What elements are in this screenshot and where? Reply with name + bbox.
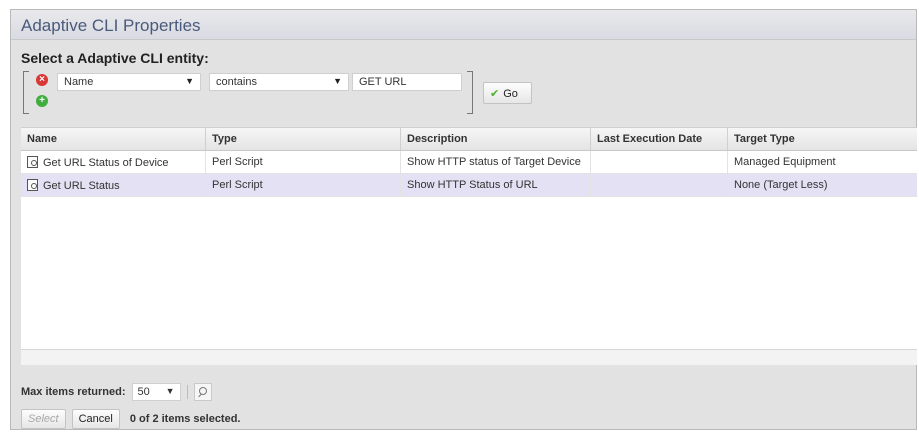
cell-type: Perl Script bbox=[206, 151, 401, 173]
checkmark-icon: ✔ bbox=[490, 88, 500, 100]
filter-box: × + Name ▼ contains ▼ GET URL bbox=[23, 71, 473, 114]
document-search-icon bbox=[27, 179, 38, 191]
adaptive-cli-properties-dialog: Adaptive CLI Properties Select a Adaptiv… bbox=[10, 9, 917, 430]
filter-field-value: Name bbox=[64, 76, 94, 88]
column-header-type[interactable]: Type bbox=[206, 128, 401, 150]
filter-bracket-right bbox=[467, 71, 473, 114]
selection-status: 0 of 2 items selected. bbox=[129, 413, 241, 425]
column-header-name[interactable]: Name bbox=[21, 128, 206, 150]
cell-name: Get URL Status bbox=[21, 174, 206, 196]
filter-value-input[interactable]: GET URL bbox=[352, 73, 462, 91]
row-name-text: Get URL Status of Device bbox=[43, 157, 169, 169]
table-header: Name Type Description Last Execution Dat… bbox=[21, 128, 917, 151]
table-horizontal-scrollbar[interactable] bbox=[21, 349, 917, 365]
cell-last-execution bbox=[591, 151, 728, 173]
title-bar: Adaptive CLI Properties bbox=[11, 10, 916, 40]
document-search-icon bbox=[27, 156, 38, 168]
dialog-title: Adaptive CLI Properties bbox=[21, 16, 201, 35]
max-items-value: 50 bbox=[137, 386, 150, 398]
entity-select-label: Select a Adaptive CLI entity: bbox=[21, 50, 209, 66]
divider bbox=[186, 385, 188, 399]
cell-last-execution bbox=[591, 174, 728, 196]
filter-bracket-left bbox=[23, 71, 29, 114]
cell-type: Perl Script bbox=[206, 174, 401, 196]
column-header-description[interactable]: Description bbox=[401, 128, 591, 150]
results-table: Name Type Description Last Execution Dat… bbox=[21, 127, 917, 365]
remove-filter-icon[interactable]: × bbox=[36, 74, 48, 86]
column-header-last-execution-date[interactable]: Last Execution Date bbox=[591, 128, 728, 150]
cell-description: Show HTTP Status of URL bbox=[401, 174, 591, 196]
cell-target-type: None (Target Less) bbox=[734, 179, 828, 191]
filter-field-select[interactable]: Name ▼ bbox=[57, 73, 201, 91]
go-label: Go bbox=[503, 88, 518, 100]
search-icon[interactable] bbox=[193, 383, 212, 401]
column-header-target-type[interactable]: Target Type bbox=[728, 128, 917, 150]
cell-target-type: Managed Equipment bbox=[734, 156, 836, 168]
filter-operator-select[interactable]: contains ▼ bbox=[209, 73, 349, 91]
chevron-down-icon: ▼ bbox=[185, 76, 194, 86]
cell-description: Show HTTP status of Target Device bbox=[401, 151, 591, 173]
filter-operator-value: contains bbox=[216, 76, 257, 88]
table-row[interactable]: Get URL Status Perl Script Show HTTP Sta… bbox=[21, 174, 917, 197]
max-items-select[interactable]: 50 ▼ bbox=[131, 383, 181, 401]
max-items-control: Max items returned: 50 ▼ bbox=[21, 382, 212, 402]
add-filter-icon[interactable]: + bbox=[36, 95, 48, 107]
cancel-button[interactable]: Cancel bbox=[71, 409, 120, 429]
cell-name: Get URL Status of Device bbox=[21, 151, 206, 173]
table-row[interactable]: Get URL Status of Device Perl Script Sho… bbox=[21, 151, 917, 174]
chevron-down-icon: ▼ bbox=[333, 76, 342, 86]
action-bar: Select Cancel 0 of 2 items selected. bbox=[21, 409, 241, 429]
chevron-down-icon: ▼ bbox=[165, 386, 175, 396]
select-button[interactable]: Select bbox=[21, 409, 66, 429]
go-button[interactable]: ✔ Go bbox=[483, 82, 532, 104]
max-items-label: Max items returned: bbox=[21, 386, 126, 398]
row-name-text: Get URL Status bbox=[43, 180, 120, 192]
